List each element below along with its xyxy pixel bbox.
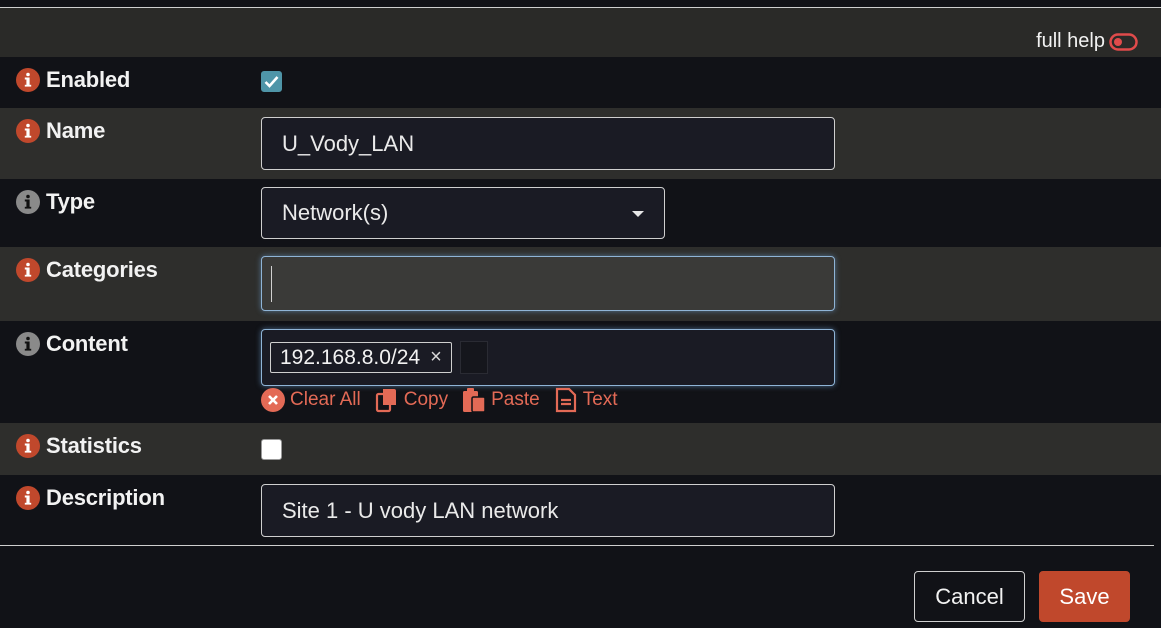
full-help-toggle[interactable]: full help bbox=[1036, 30, 1138, 53]
info-icon[interactable] bbox=[16, 258, 40, 282]
label-text: Enabled bbox=[46, 67, 131, 92]
info-icon[interactable] bbox=[16, 119, 40, 143]
label-text: Description bbox=[46, 485, 165, 510]
full-help-label: full help bbox=[1036, 30, 1105, 52]
tag-entry-field[interactable] bbox=[459, 341, 488, 374]
paste-icon bbox=[463, 388, 486, 413]
label-text: Content bbox=[46, 331, 128, 356]
statistics-checkbox[interactable] bbox=[261, 439, 282, 460]
info-icon[interactable] bbox=[16, 190, 40, 214]
info-icon[interactable] bbox=[16, 332, 40, 356]
chevron-down-icon bbox=[632, 211, 644, 217]
cancel-button[interactable]: Cancel bbox=[914, 571, 1025, 622]
label-type: Type bbox=[16, 189, 95, 215]
content-tag-input[interactable]: 192.168.8.0/24 × bbox=[261, 329, 835, 386]
label-statistics: Statistics bbox=[16, 433, 142, 459]
info-icon[interactable] bbox=[16, 434, 40, 458]
save-button[interactable]: Save bbox=[1039, 571, 1130, 622]
paste-button[interactable]: Paste bbox=[462, 387, 540, 413]
label-description: Description bbox=[16, 485, 165, 511]
copy-button[interactable]: Copy bbox=[375, 387, 448, 413]
categories-input[interactable] bbox=[261, 256, 835, 311]
name-input-value: U_Vody_LAN bbox=[282, 130, 415, 156]
text-file-icon bbox=[555, 387, 576, 413]
description-input-value: Site 1 - U vody LAN network bbox=[282, 497, 559, 523]
label-text: Type bbox=[46, 189, 95, 214]
name-input[interactable]: U_Vody_LAN bbox=[261, 117, 835, 170]
label-name: Name bbox=[16, 118, 105, 144]
label-text: Statistics bbox=[46, 433, 142, 458]
help-bar: full help bbox=[0, 8, 1161, 57]
text-label: Text bbox=[582, 389, 618, 410]
info-icon[interactable] bbox=[16, 486, 40, 510]
description-input[interactable]: Site 1 - U vody LAN network bbox=[261, 484, 835, 537]
clear-all-button[interactable]: Clear All bbox=[261, 387, 361, 413]
tag-remove-button[interactable]: × bbox=[430, 346, 442, 369]
enabled-checkbox[interactable] bbox=[261, 71, 282, 92]
row-enabled: Enabled bbox=[0, 57, 1161, 108]
paste-label: Paste bbox=[491, 389, 540, 410]
content-tag: 192.168.8.0/24 × bbox=[270, 342, 452, 373]
label-text: Categories bbox=[46, 257, 158, 282]
copy-label: Copy bbox=[403, 389, 449, 410]
row-categories: Categories bbox=[0, 247, 1161, 321]
label-categories: Categories bbox=[16, 257, 158, 283]
text-caret bbox=[271, 265, 272, 302]
checkmark-icon bbox=[264, 76, 279, 88]
toggle-off-icon[interactable] bbox=[1109, 32, 1138, 51]
row-statistics: Statistics bbox=[0, 423, 1161, 475]
content-actions: Clear All Copy Paste Text bbox=[261, 387, 618, 413]
row-name: Name U_Vody_LAN bbox=[0, 108, 1161, 179]
label-enabled: Enabled bbox=[16, 67, 130, 93]
text-button[interactable]: Text bbox=[554, 387, 618, 413]
info-icon[interactable] bbox=[16, 68, 40, 92]
row-type: Type Network(s) bbox=[0, 179, 1161, 247]
copy-icon bbox=[375, 389, 396, 413]
clear-all-label: Clear All bbox=[290, 389, 361, 410]
row-description: Description Site 1 - U vody LAN network bbox=[0, 475, 1161, 545]
footer-divider bbox=[0, 545, 1154, 546]
type-select[interactable]: Network(s) bbox=[261, 187, 665, 239]
label-text: Name bbox=[46, 118, 106, 143]
label-content: Content bbox=[16, 331, 128, 357]
tag-label: 192.168.8.0/24 bbox=[280, 345, 421, 369]
type-select-value: Network(s) bbox=[282, 200, 389, 225]
clear-icon bbox=[261, 388, 285, 412]
